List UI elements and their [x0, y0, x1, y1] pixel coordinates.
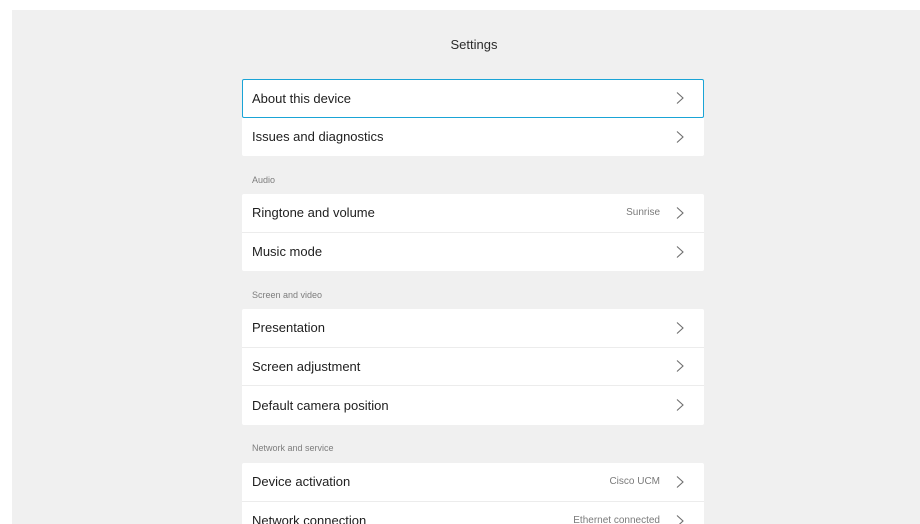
settings-group-screen-and-video: Presentation Screen adjustment Default c… — [242, 309, 704, 425]
chevron-right-icon — [676, 399, 684, 412]
section-label-network-and-service: Network and service — [252, 443, 334, 453]
settings-item-about-this-device[interactable]: About this device — [242, 79, 704, 118]
settings-item-music-mode[interactable]: Music mode — [242, 233, 704, 272]
settings-item-network-connection[interactable]: Network connection Ethernet connected — [242, 502, 704, 524]
settings-item-value: Cisco UCM — [609, 476, 660, 488]
settings-item-label: About this device — [252, 90, 352, 106]
settings-item-presentation[interactable]: Presentation — [242, 309, 704, 348]
settings-item-value: Ethernet connected — [573, 515, 660, 524]
settings-item-label: Device activation — [252, 474, 351, 490]
settings-item-label: Network connection — [252, 513, 367, 524]
chevron-right-icon — [676, 321, 684, 334]
settings-item-label: Screen adjustment — [252, 358, 361, 374]
page-title: Settings — [450, 37, 498, 52]
settings-item-value: Sunrise — [626, 207, 660, 219]
settings-item-issues-and-diagnostics[interactable]: Issues and diagnostics — [242, 118, 704, 157]
settings-item-screen-adjustment[interactable]: Screen adjustment — [242, 348, 704, 386]
settings-item-label: Presentation — [252, 320, 325, 336]
settings-item-label: Default camera position — [252, 397, 389, 413]
chevron-right-icon — [676, 475, 684, 488]
chevron-right-icon — [676, 245, 684, 258]
settings-group-audio: Ringtone and volume Sunrise Music mode — [242, 194, 704, 271]
chevron-right-icon — [676, 360, 684, 373]
section-label-audio: Audio — [252, 175, 276, 185]
settings-group-general: About this device Issues and diagnostics — [242, 79, 704, 156]
settings-item-label: Issues and diagnostics — [252, 129, 384, 145]
settings-item-ringtone-and-volume[interactable]: Ringtone and volume Sunrise — [242, 194, 704, 233]
chevron-right-icon — [676, 130, 684, 143]
section-label-screen-and-video: Screen and video — [252, 290, 323, 300]
settings-group-network-and-service: Device activation Cisco UCM Network conn… — [242, 463, 704, 524]
settings-screen: Settings About this device Issues and di… — [12, 10, 920, 524]
chevron-right-icon — [676, 514, 684, 524]
chevron-right-icon — [676, 92, 684, 105]
settings-item-label: Music mode — [252, 244, 323, 260]
settings-item-label: Ringtone and volume — [252, 205, 375, 221]
settings-item-default-camera-position[interactable]: Default camera position — [242, 386, 704, 425]
settings-item-device-activation[interactable]: Device activation Cisco UCM — [242, 463, 704, 502]
chevron-right-icon — [676, 206, 684, 219]
